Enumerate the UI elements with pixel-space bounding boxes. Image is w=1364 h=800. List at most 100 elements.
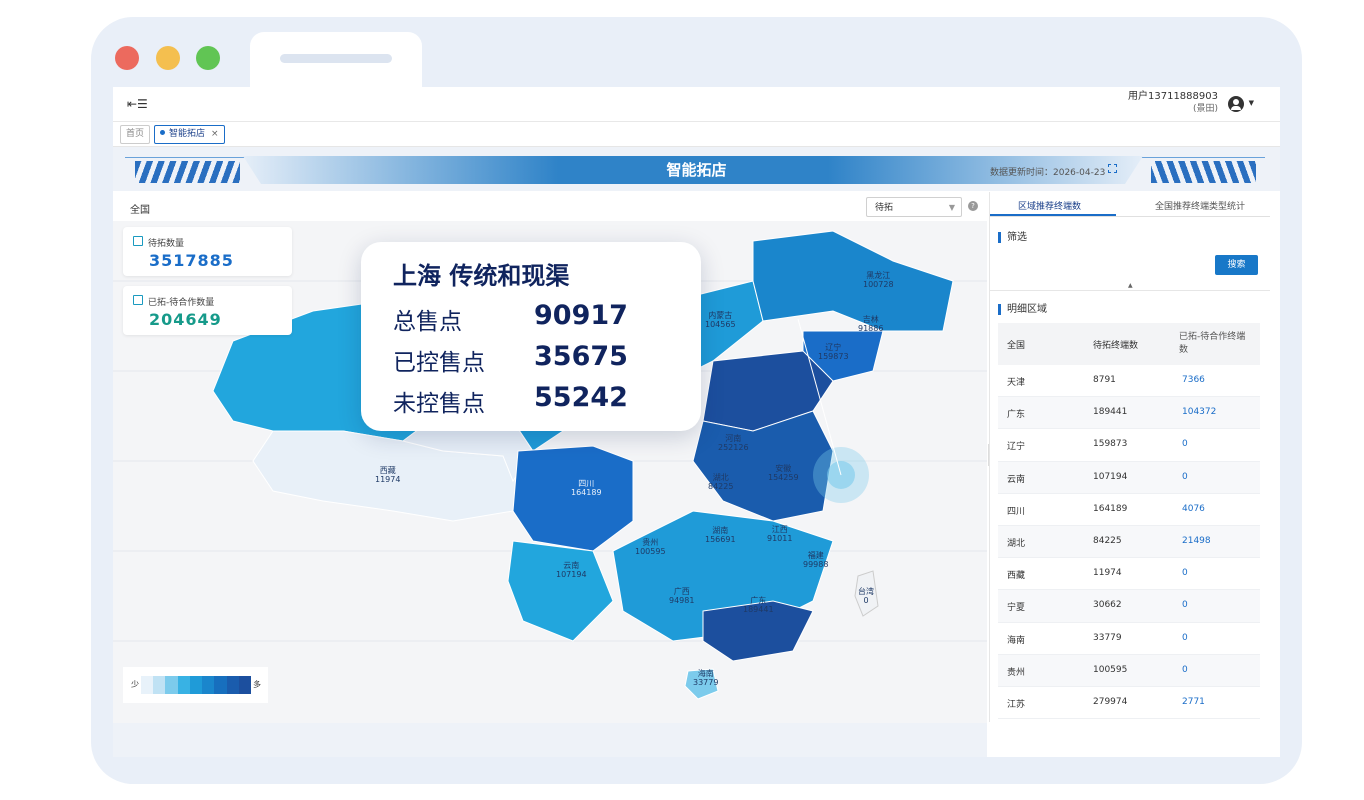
cell-expanded[interactable]: 4076 — [1182, 504, 1205, 514]
tags-bar: 首页 智能拓店 × — [113, 122, 1280, 147]
stat-expanded-value: 204649 — [149, 310, 222, 329]
cell-expanded[interactable]: 0 — [1182, 665, 1188, 675]
map-toolbar: 全国 待拓 ▼ ? — [113, 192, 987, 221]
table-row[interactable]: 云南 107194 0 — [998, 461, 1260, 494]
col-expanded[interactable]: 已拓-待合作终端数 — [1179, 331, 1249, 357]
map-label-hainan: 海南 33779 — [693, 669, 719, 687]
cell-region: 贵州 — [1007, 667, 1026, 678]
map-label-hunan: 湖南 156691 — [705, 526, 736, 544]
cell-region: 云南 — [1007, 474, 1026, 485]
stat-expanded-label: 已拓-待合作数量 — [148, 298, 215, 308]
tab-national-type[interactable]: 全国推荐终端类型统计 — [1155, 199, 1245, 212]
cell-pending: 107194 — [1093, 471, 1128, 482]
cell-pending: 30662 — [1093, 600, 1122, 611]
minimize-window-icon[interactable] — [156, 46, 180, 70]
legend-low-label: 少 — [131, 680, 139, 689]
region-central — [692, 410, 834, 522]
data-updated-time: 数据更新时间：2026-04-23 — [990, 168, 1106, 178]
map-label-yunnan: 云南 107194 — [556, 561, 587, 579]
region-yunnan — [507, 540, 614, 642]
table-row[interactable]: 湖北 84225 21498 — [998, 525, 1260, 559]
active-dot-icon — [160, 130, 165, 135]
browser-tab-placeholder — [280, 54, 392, 63]
cell-region: 天津 — [1007, 378, 1026, 388]
fullscreen-icon[interactable] — [1108, 164, 1117, 173]
page-banner: 智能拓店 数据更新时间：2026-04-23 — [113, 147, 1280, 191]
cell-pending: 8791 — [1093, 375, 1116, 385]
chevron-down-icon[interactable]: ▼ — [1249, 99, 1254, 107]
cell-pending: 100595 — [1093, 664, 1128, 675]
map-label-jilin: 吉林 91886 — [858, 315, 884, 333]
region-sichuan — [512, 445, 634, 552]
stat-pending-value: 3517885 — [149, 251, 234, 270]
col-pending[interactable]: 待拓终端数 — [1093, 338, 1138, 351]
filter-section-title: 筛选 — [998, 232, 1027, 243]
table-row[interactable]: 四川 164189 4076 — [998, 494, 1260, 526]
map-label-liaoning: 辽宁 159873 — [818, 343, 849, 361]
cell-region: 宁夏 — [1007, 603, 1026, 614]
map-label-henan: 河南 252126 — [718, 434, 749, 452]
map-label-xizang: 西藏 11974 — [375, 466, 401, 484]
popup-value-uncontrolled: 55242 — [534, 382, 628, 413]
map-scope[interactable]: 全国 — [130, 201, 150, 216]
popup-value-controlled: 35675 — [534, 341, 628, 372]
collapse-filter-icon[interactable]: ▲ — [1128, 282, 1133, 289]
detail-section-title: 明细区域 — [998, 304, 1047, 315]
table-row[interactable]: 辽宁 159873 0 — [998, 429, 1260, 462]
stat-card-pending: 待拓数量 3517885 — [123, 227, 292, 276]
tag-home-label: 首页 — [126, 129, 145, 139]
menu-collapse-icon[interactable]: ⇤☰ — [127, 97, 148, 111]
tag-home[interactable]: 首页 — [120, 125, 151, 144]
cell-expanded[interactable]: 0 — [1182, 472, 1188, 482]
cell-expanded[interactable]: 0 — [1182, 633, 1188, 643]
legend-ramp — [141, 676, 251, 694]
cell-pending: 33779 — [1093, 632, 1122, 643]
user-name: 用户13711888903 — [1128, 91, 1218, 102]
active-tab-indicator — [990, 214, 1116, 216]
cell-pending: 164189 — [1093, 503, 1128, 514]
cell-expanded[interactable]: 21498 — [1182, 536, 1211, 546]
filter-divider — [990, 290, 1270, 291]
cell-region: 辽宁 — [1007, 442, 1026, 453]
cell-pending: 84225 — [1093, 535, 1122, 546]
cell-expanded[interactable]: 7366 — [1182, 375, 1205, 385]
maximize-window-icon[interactable] — [196, 46, 220, 70]
table-row[interactable]: 贵州 100595 0 — [998, 654, 1260, 687]
search-button[interactable]: 搜索 — [1215, 255, 1258, 275]
table-row[interactable]: 西藏 11974 0 — [998, 558, 1260, 591]
table-row[interactable]: 天津 8791 7366 — [998, 365, 1260, 398]
tag-smart-store[interactable]: 智能拓店 × — [154, 125, 225, 144]
cell-region: 西藏 — [1007, 571, 1026, 582]
help-icon[interactable]: ? — [968, 201, 978, 211]
popup-title: 上海 传统和现渠 — [393, 262, 570, 290]
map-label-sichuan: 四川 164189 — [571, 479, 602, 497]
popup-label-uncontrolled: 未控售点 — [393, 391, 485, 417]
cell-expanded[interactable]: 104372 — [1182, 407, 1216, 417]
user-avatar-icon[interactable] — [1228, 96, 1244, 112]
cell-expanded[interactable]: 2771 — [1182, 697, 1205, 707]
tab-region-count[interactable]: 区域推荐终端数 — [1018, 199, 1081, 212]
cell-region: 湖北 — [1007, 538, 1026, 549]
region-heilongjiang — [752, 230, 954, 332]
close-tag-icon[interactable]: × — [211, 129, 219, 139]
cell-expanded[interactable]: 0 — [1182, 439, 1188, 449]
col-region[interactable]: 全国 — [1007, 338, 1025, 351]
cell-expanded[interactable]: 0 — [1182, 568, 1188, 578]
close-window-icon[interactable] — [115, 46, 139, 70]
browser-tab[interactable] — [250, 32, 422, 88]
right-tabs: 区域推荐终端数 全国推荐终端类型统计 — [990, 192, 1270, 217]
store-icon — [133, 236, 143, 246]
table-row[interactable]: 海南 33779 0 — [998, 623, 1260, 655]
table-row[interactable]: 江苏 279974 2771 — [998, 687, 1260, 720]
popup-label-total: 总售点 — [393, 309, 462, 335]
stat-pending-label: 待拓数量 — [148, 239, 185, 249]
map-label-hubei: 湖北 84225 — [708, 473, 734, 491]
map-label-taiwan: 台湾 0 — [858, 587, 874, 605]
user-info: 用户13711888903 (景田) — [1128, 91, 1218, 115]
table-row[interactable]: 宁夏 30662 0 — [998, 590, 1260, 623]
table-row[interactable]: 广东 189441 104372 — [998, 397, 1260, 430]
cell-expanded[interactable]: 0 — [1182, 600, 1188, 610]
map-label-heilongjiang: 黑龙江 100728 — [863, 271, 894, 289]
store-icon — [133, 295, 143, 305]
status-select[interactable]: 待拓 ▼ — [866, 197, 962, 217]
